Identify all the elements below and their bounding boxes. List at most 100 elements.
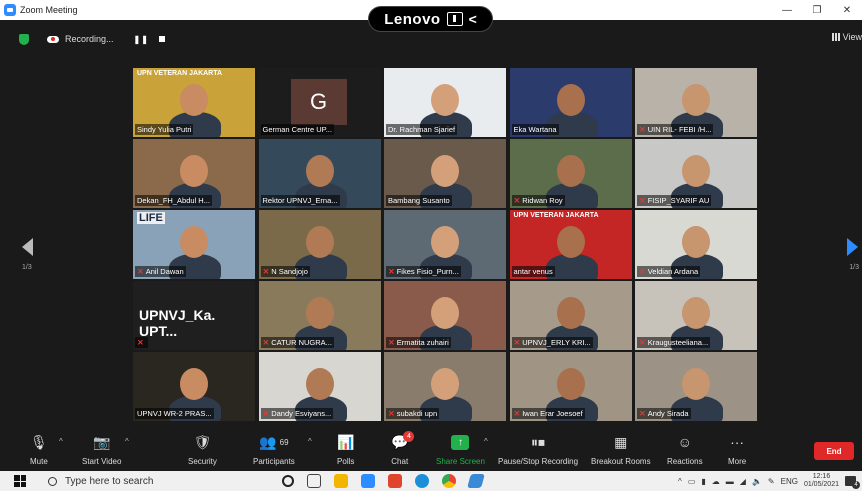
wifi-icon[interactable]: ◢: [740, 477, 746, 486]
participant-name: Bambang Susanto: [388, 196, 450, 205]
more-button[interactable]: ··· More: [728, 433, 746, 466]
language-indicator[interactable]: ENG: [781, 477, 798, 486]
microphone-tray-icon[interactable]: ▮: [701, 477, 705, 486]
taskbar-search-box[interactable]: Type here to search: [38, 471, 268, 491]
onedrive-icon[interactable]: ☁: [712, 477, 720, 486]
close-button[interactable]: ✕: [832, 0, 862, 20]
video-options-chevron-icon[interactable]: ^: [125, 437, 129, 446]
participant-face: [556, 84, 585, 116]
office-icon[interactable]: [388, 474, 402, 488]
network-icon[interactable]: ▭: [688, 477, 696, 486]
participant-face: [682, 155, 710, 187]
participant-tile[interactable]: ⨯ Iwan Erar Joesoef: [509, 352, 632, 421]
tray-chevron-icon[interactable]: ^: [678, 477, 682, 486]
participant-tile[interactable]: ⨯ Fikes Fisio_Purn...: [384, 210, 506, 279]
taskbar-apps: [282, 471, 485, 491]
participant-tile[interactable]: Eka Wartana: [509, 68, 632, 137]
breakout-rooms-icon: ▦: [614, 433, 628, 450]
zoom-logo-icon: [4, 4, 16, 16]
cloud-recording-icon: [47, 33, 59, 45]
meeting-toolbar: 🎙 Mute ^ 📷 Start Video ^ 🛡 Security 👥 69 …: [0, 431, 862, 471]
participant-name: Andy Sirada: [647, 409, 689, 418]
security-button[interactable]: 🛡 Security: [188, 433, 217, 467]
participant-name-label: antar venus: [511, 266, 555, 277]
participant-tile[interactable]: UPNVJ WR-2 PRAS...: [133, 352, 255, 421]
share-screen-button[interactable]: ↑ Share Screen: [436, 433, 485, 466]
minimize-button[interactable]: —: [772, 0, 802, 20]
zoom-taskbar-icon[interactable]: [361, 474, 375, 488]
participant-tile[interactable]: ⨯ Dandy Esviyans...: [258, 352, 381, 421]
notification-center-icon[interactable]: 4: [845, 476, 860, 489]
participant-tile[interactable]: Bambang Susanto: [384, 139, 506, 208]
muted-mic-icon: ⨯: [513, 338, 521, 347]
muted-mic-icon: ⨯: [513, 409, 521, 418]
security-shield-icon[interactable]: [19, 33, 29, 45]
participant-name: Veldian Ardana: [647, 267, 699, 276]
participants-button[interactable]: 👥 69 Participants: [253, 433, 295, 467]
background-banner-text: LIFE: [137, 212, 165, 224]
battery-icon[interactable]: ▬: [726, 477, 734, 486]
participant-tile[interactable]: ⨯ Ridwan Roy: [509, 139, 632, 208]
reactions-button[interactable]: ☺ Reactions: [667, 433, 703, 466]
edge-icon[interactable]: [415, 474, 429, 488]
task-view-icon[interactable]: [307, 474, 321, 488]
previous-page-arrow-icon[interactable]: [22, 238, 33, 256]
participant-tile[interactable]: Dr. Rachman Sjarief: [384, 68, 506, 137]
maximize-button[interactable]: ❐: [802, 0, 832, 20]
participant-tile[interactable]: G German Centre UP...: [258, 68, 381, 137]
participant-name: UIN RIL- FEBI /H...: [647, 125, 712, 134]
participant-face: [180, 84, 208, 116]
windows-start-icon[interactable]: [14, 475, 26, 487]
window-controls: — ❐ ✕: [772, 0, 862, 20]
participant-tile[interactable]: LIFE ⨯ Anil Dawan: [133, 210, 255, 279]
participant-tile[interactable]: ⨯ Veldian Ardana: [635, 210, 757, 279]
participant-tile[interactable]: Rektor UPNVJ_Erna...: [258, 139, 381, 208]
breakout-rooms-button[interactable]: ▦ Breakout Rooms: [591, 433, 651, 467]
audio-options-chevron-icon[interactable]: ^: [59, 437, 63, 446]
start-video-button[interactable]: 📷 Start Video: [82, 433, 121, 467]
chrome-icon[interactable]: [442, 474, 456, 488]
participant-face: [556, 368, 585, 400]
participant-tile[interactable]: UPN VETERAN JAKARTA Sindy Yulia Putri: [133, 68, 255, 137]
participant-tile[interactable]: ⨯ UPNVJ_ERLY KRI...: [509, 281, 632, 350]
polls-icon: 📊: [337, 433, 355, 450]
stop-recording-button[interactable]: [158, 36, 165, 42]
pause-recording-button[interactable]: ❚❚: [134, 35, 149, 44]
chat-button[interactable]: 💬 4 Chat: [391, 431, 415, 466]
participant-tile[interactable]: ⨯ UIN RIL- FEBI /H...: [635, 68, 757, 137]
pen-app-icon[interactable]: [467, 474, 485, 488]
participant-tile[interactable]: Dekan_FH_Abdul H...: [133, 139, 255, 208]
mute-button[interactable]: 🎙 Mute: [30, 433, 48, 467]
clock[interactable]: 12:16 01/05/2021: [804, 473, 839, 489]
participants-chevron-icon[interactable]: ^: [308, 437, 312, 446]
participant-tile[interactable]: ⨯ FISIP_SYARIF AU: [635, 139, 757, 208]
participant-tile[interactable]: ⨯ subakdi upn: [384, 352, 506, 421]
muted-mic-icon: ⨯: [137, 338, 144, 347]
participant-name-label: Eka Wartana: [511, 124, 559, 135]
share-options-chevron-icon[interactable]: ^: [484, 437, 488, 446]
next-page-arrow-icon[interactable]: [847, 238, 858, 256]
participant-tile[interactable]: ⨯ Kraugusteeliana...: [635, 281, 757, 350]
cortana-icon[interactable]: [282, 475, 294, 487]
lenovo-overlay: Lenovo <: [368, 6, 493, 32]
screen-toggle-icon[interactable]: [446, 12, 463, 26]
participant-tile[interactable]: UPNVJ_Ka. UPT... ⨯: [133, 281, 255, 350]
windows-taskbar: Type here to search ^ ▭ ▮ ☁ ▬ ◢ 🔈 ✎ ENG …: [0, 471, 862, 491]
pause-stop-recording-button[interactable]: ⏸⏹ Pause/Stop Recording: [498, 433, 578, 467]
volume-icon[interactable]: 🔈: [752, 477, 762, 486]
mute-label: Mute: [30, 457, 48, 466]
participant-tile[interactable]: ⨯ Ermatita zuhairi: [384, 281, 506, 350]
participant-tile[interactable]: ⨯ CATUR NUGRA...: [258, 281, 381, 350]
polls-button[interactable]: 📊 Polls: [337, 433, 355, 467]
share-screen-icon: ↑: [451, 433, 470, 451]
end-meeting-button[interactable]: End: [814, 442, 854, 460]
participant-tile[interactable]: ⨯ Andy Sirada: [635, 352, 757, 421]
participant-name-label: German Centre UP...: [260, 124, 334, 135]
participant-tile[interactable]: ⨯ N Sandjojo: [258, 210, 381, 279]
participant-tile[interactable]: UPN VETERAN JAKARTA antar venus: [509, 210, 632, 279]
avatar-letter: G: [290, 79, 347, 125]
pen-icon[interactable]: ✎: [768, 477, 775, 486]
back-icon[interactable]: <: [469, 11, 477, 27]
view-button[interactable]: View: [831, 32, 862, 42]
file-explorer-icon[interactable]: [334, 474, 348, 488]
